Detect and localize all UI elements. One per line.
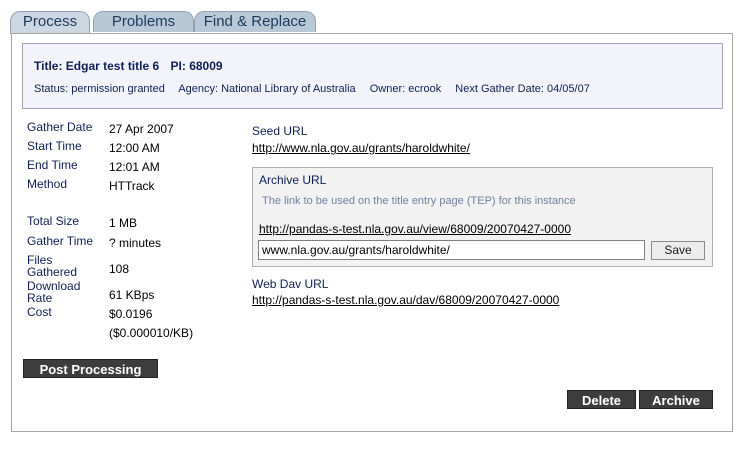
pi-prefix: PI: [170,59,186,73]
tab-find-replace[interactable]: Find & Replace [194,11,316,32]
status-text: Status: permission granted [34,83,165,95]
cost-label: Cost [27,305,52,319]
agency-text: Agency: National Library of Australia [178,83,356,95]
files-gathered-value: 108 [109,262,130,276]
total-size-label: Total Size [27,214,80,228]
method-label: Method [27,177,68,191]
archive-url-input[interactable] [258,240,645,260]
title-summary-box: Title: Edgar test title 6 PI: 68009 Stat… [22,43,723,109]
archive-url-box: Archive URL The link to be used on the t… [252,167,713,267]
gather-date-value: 27 Apr 2007 [109,122,174,136]
pi-value: 68009 [189,59,223,73]
total-size-value: 1 MB [109,216,138,230]
archive-button[interactable]: Archive [639,390,713,409]
download-rate-value: 61 KBps [109,288,155,302]
title-line: Title: Edgar test title 6 PI: 68009 [34,59,223,73]
status-line: Status: permission granted Agency: Natio… [34,83,601,95]
owner-text: Owner: ecrook [369,83,442,95]
gather-time-label: Gather Time [27,234,94,248]
seed-url-link[interactable]: http://www.nla.gov.au/grants/haroldwhite… [252,141,470,155]
end-time-value: 12:01 AM [109,160,160,174]
gather-date-label: Gather Date [27,120,93,134]
download-rate-label-2: Rate [27,291,53,305]
title-value: Edgar test title 6 [65,59,160,73]
seed-url-label: Seed URL [252,124,308,138]
webdav-url-link[interactable]: http://pandas-s-test.nla.gov.au/dav/6800… [252,293,559,307]
webdav-url-label: Web Dav URL [252,277,329,291]
title-prefix: Title: [34,59,63,73]
cost-per-kb-value: ($0.000010/KB) [109,326,194,340]
archive-url-hint: The link to be used on the title entry p… [262,195,576,207]
tab-process[interactable]: Process [10,11,90,34]
post-processing-button[interactable]: Post Processing [23,359,158,378]
cost-value: $0.0196 [109,307,153,321]
end-time-label: End Time [27,158,78,172]
archive-url-link[interactable]: http://pandas-s-test.nla.gov.au/view/680… [259,222,571,236]
process-panel: Title: Edgar test title 6 PI: 68009 Stat… [11,33,733,432]
files-gathered-label-2: Gathered [27,265,78,279]
save-button[interactable]: Save [651,241,705,260]
gather-time-value: ? minutes [109,236,162,250]
delete-button[interactable]: Delete [567,390,636,409]
tab-problems[interactable]: Problems [93,11,194,32]
start-time-label: Start Time [27,139,82,153]
start-time-value: 12:00 AM [109,141,160,155]
method-value: HTTrack [109,179,155,193]
archive-url-label: Archive URL [259,173,327,187]
next-gather-text: Next Gather Date: 04/05/07 [455,83,590,95]
